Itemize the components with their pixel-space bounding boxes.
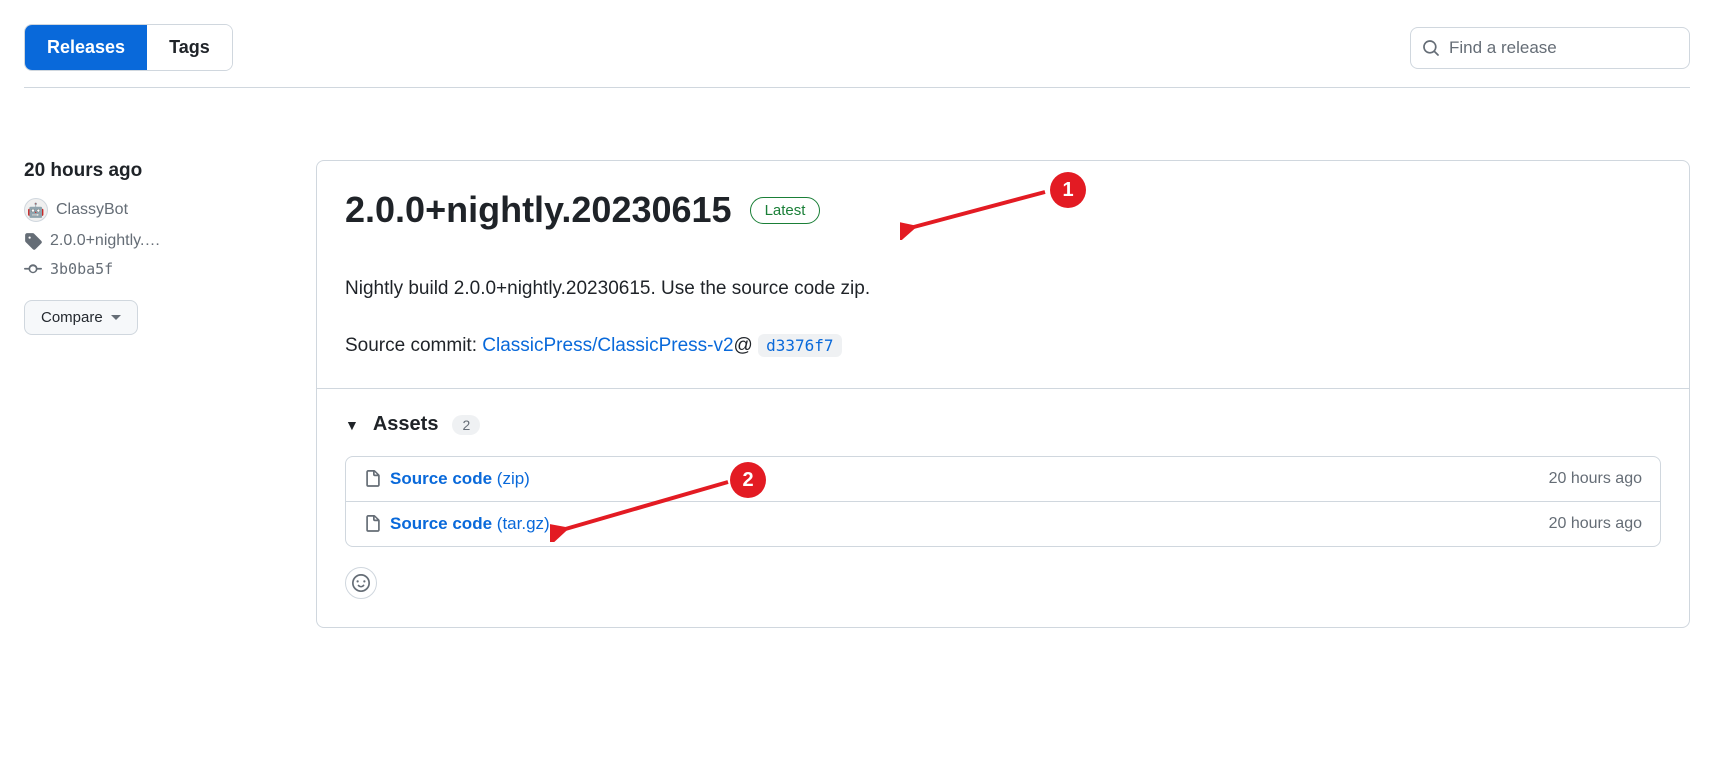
sidebar-author-label: ClassyBot [56, 201, 128, 219]
release-title: 2.0.0+nightly.20230615 [345, 189, 732, 231]
asset-ext: (zip) [497, 469, 530, 488]
source-commit-prefix: Source commit: [345, 335, 482, 356]
annotation-arrow-1 [900, 180, 1050, 240]
content: 20 hours ago 🤖 ClassyBot 2.0.0+nightly.…… [24, 88, 1690, 628]
tab-tags[interactable]: Tags [147, 25, 232, 70]
asset-left: Source code (tar.gz) [364, 514, 550, 534]
smile-icon [352, 574, 370, 592]
source-commit-line: Source commit: ClassicPress/ClassicPress… [345, 332, 1661, 361]
asset-row: Source code (zip) 20 hours ago [346, 457, 1660, 501]
source-commit-repo-link[interactable]: ClassicPress/ClassicPress-v2 [482, 335, 733, 356]
search-wrap [1410, 27, 1690, 69]
sidebar-author-row[interactable]: 🤖 ClassyBot [24, 198, 284, 222]
asset-name: Source code [390, 469, 492, 488]
annotation-badge-2: 2 [730, 462, 766, 498]
compare-label: Compare [41, 309, 103, 326]
asset-link[interactable]: Source code (tar.gz) [390, 514, 550, 534]
sidebar-time: 20 hours ago [24, 160, 284, 182]
source-commit-sha[interactable]: d3376f7 [758, 334, 841, 357]
avatar: 🤖 [24, 198, 48, 222]
assets-heading: Assets [373, 413, 439, 436]
annotation-badge-1: 1 [1050, 172, 1086, 208]
search-input[interactable] [1410, 27, 1690, 69]
zip-icon [364, 515, 382, 533]
asset-time: 20 hours ago [1549, 470, 1642, 488]
sidebar-tag-row[interactable]: 2.0.0+nightly.… [24, 232, 284, 250]
assets-section: ▼ Assets 2 Source code (zip) 20 hours ag… [317, 389, 1689, 627]
asset-left: Source code (zip) [364, 469, 530, 489]
compare-button[interactable]: Compare [24, 300, 138, 335]
asset-ext: (tar.gz) [497, 514, 550, 533]
tab-group: Releases Tags [24, 24, 233, 71]
asset-time: 20 hours ago [1549, 515, 1642, 533]
source-commit-at: @ [734, 335, 753, 356]
assets-toggle[interactable]: ▼ Assets 2 [345, 413, 1661, 436]
caret-down-icon: ▼ [345, 417, 359, 433]
tab-releases[interactable]: Releases [25, 25, 147, 70]
sidebar-commit-sha: 3b0ba5f [50, 260, 113, 278]
sidebar: 20 hours ago 🤖 ClassyBot 2.0.0+nightly.…… [24, 160, 284, 628]
sidebar-tag-label: 2.0.0+nightly.… [50, 232, 160, 250]
tag-icon [24, 232, 42, 250]
chevron-down-icon [111, 315, 121, 320]
latest-badge: Latest [750, 197, 821, 224]
topbar: Releases Tags [24, 24, 1690, 88]
asset-list: Source code (zip) 20 hours ago Source co… [345, 456, 1661, 547]
reaction-button[interactable] [345, 567, 377, 599]
asset-link[interactable]: Source code (zip) [390, 469, 530, 489]
search-icon [1422, 39, 1440, 57]
asset-name: Source code [390, 514, 492, 533]
zip-icon [364, 470, 382, 488]
sidebar-commit-row[interactable]: 3b0ba5f [24, 260, 284, 278]
release-description: Nightly build 2.0.0+nightly.20230615. Us… [345, 275, 1661, 304]
asset-row: Source code (tar.gz) 20 hours ago [346, 501, 1660, 546]
commit-icon [24, 260, 42, 278]
assets-count-badge: 2 [452, 415, 480, 435]
annotation-arrow-2 [550, 472, 735, 542]
